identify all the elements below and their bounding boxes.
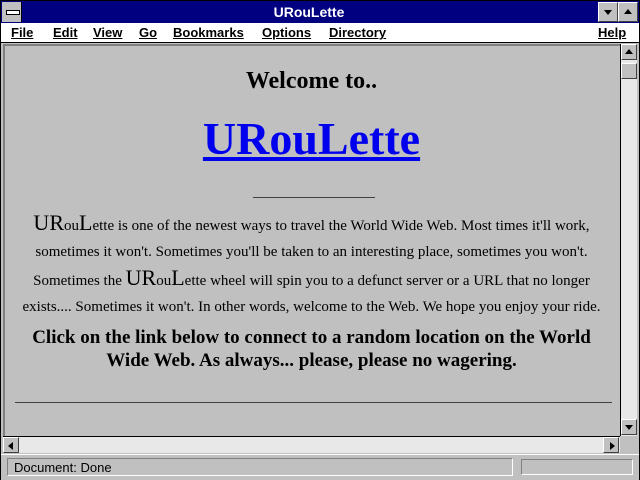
vertical-scroll-thumb[interactable]: [621, 63, 637, 79]
horizontal-scrollbar[interactable]: [3, 436, 620, 453]
scrollbar-corner: [620, 436, 637, 453]
triangle-right-icon: [610, 442, 615, 450]
scroll-right-button[interactable]: [603, 437, 619, 453]
cta-text: Click on the link below to connect to a …: [32, 327, 591, 371]
triangle-up-icon: [624, 9, 632, 14]
short-divider: [253, 197, 375, 198]
brand-u: U: [33, 210, 50, 235]
vertical-scrollbar[interactable]: [620, 44, 637, 436]
triangle-down-icon: [625, 425, 633, 430]
brand-ou-2: ou: [156, 273, 172, 289]
system-menu-icon[interactable]: [2, 2, 22, 22]
minimize-button[interactable]: [598, 2, 618, 22]
status-text: Document: Done: [7, 458, 513, 476]
menu-options[interactable]: Options: [262, 24, 311, 41]
long-divider: [15, 402, 612, 403]
scroll-up-button[interactable]: [621, 44, 637, 60]
status-bar: Document: Done: [1, 454, 639, 480]
brand-ou: ou: [64, 218, 79, 234]
triangle-left-icon: [8, 442, 13, 450]
menu-help[interactable]: Help: [598, 24, 626, 41]
intro-paragraph: URouLette is one of the newest ways to t…: [13, 210, 610, 320]
uroulette-link[interactable]: URouLette: [5, 112, 618, 165]
brand-r: R: [49, 210, 64, 235]
browser-window: URouLette File Edit View Go Bookmarks Op…: [0, 0, 640, 480]
maximize-button[interactable]: [618, 2, 638, 22]
menu-directory[interactable]: Directory: [329, 24, 386, 41]
menu-bar: File Edit View Go Bookmarks Options Dire…: [1, 23, 639, 43]
brand-l: L: [79, 210, 93, 235]
menu-edit[interactable]: Edit: [53, 24, 78, 41]
menu-bookmarks[interactable]: Bookmarks: [173, 24, 244, 41]
triangle-down-icon: [604, 10, 612, 15]
triangle-up-icon: [625, 49, 633, 54]
brand-r-2: R: [141, 265, 157, 290]
menu-view[interactable]: View: [93, 24, 122, 41]
document-area[interactable]: Welcome to.. URouLette URouLette is one …: [3, 44, 620, 436]
menu-file[interactable]: File: [11, 24, 33, 41]
brand-l-2: L: [171, 265, 185, 290]
progress-indicator: [521, 459, 633, 475]
brand-u-2: U: [125, 265, 142, 290]
window-title: URouLette: [273, 4, 345, 20]
scroll-down-button[interactable]: [621, 419, 637, 435]
welcome-heading: Welcome to..: [245, 68, 378, 94]
menu-go[interactable]: Go: [139, 24, 157, 41]
scroll-left-button[interactable]: [3, 437, 19, 453]
title-bar[interactable]: URouLette: [1, 1, 639, 23]
